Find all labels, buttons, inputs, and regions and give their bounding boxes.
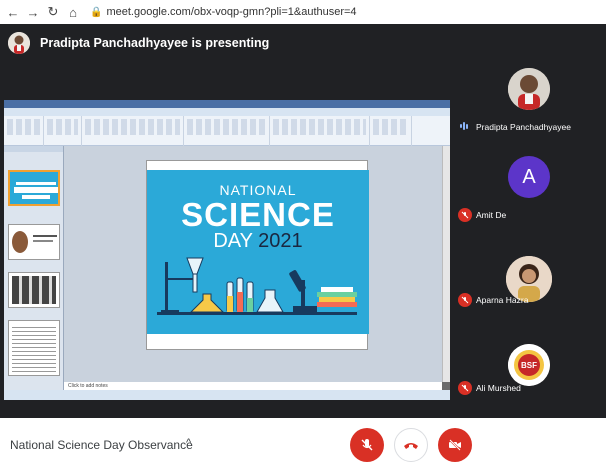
participant-name: Aparna Hazra (476, 295, 529, 305)
logo-text: BSF (521, 361, 537, 370)
home-icon: ⌂ (69, 4, 77, 20)
participant-name: Pradipta Panchadhyayee (476, 122, 571, 132)
lock-icon: 🔒 (90, 6, 103, 18)
slide-thumbnails (4, 146, 64, 390)
notes-pane: Click to add notes (64, 382, 442, 390)
arrow-left-icon: ← (6, 4, 20, 20)
meet-stage: Pradipta Panchadhyayee is presenting NAT… (0, 24, 606, 418)
slide-background: NATIONAL SCIENCE DAY 2021 (147, 170, 369, 334)
reload-button[interactable]: ↻ (44, 3, 62, 21)
ribbon-group-slides (44, 116, 82, 146)
participant-tile-1[interactable]: Pradipta Panchadhyayee (452, 58, 606, 146)
meeting-title[interactable]: National Science Day Observance (10, 438, 193, 452)
lab-equipment-illustration (157, 257, 357, 315)
participant-avatar-letter: A (508, 156, 550, 198)
shared-screen[interactable]: NATIONAL SCIENCE DAY 2021 Click to add n… (4, 100, 450, 400)
mic-off-icon (458, 381, 472, 395)
home-button[interactable]: ⌂ (64, 3, 82, 21)
arrow-right-icon: → (26, 4, 40, 20)
mic-toggle-button[interactable] (350, 428, 384, 462)
browser-toolbar: ← → ↻ ⌂ 🔒 meet.google.com/obx-voqp-gmn?p… (0, 0, 606, 24)
mic-off-icon (361, 439, 373, 451)
meeting-controls-bar: National Science Day Observance ^ (0, 418, 606, 462)
app-title-bar (4, 100, 450, 108)
participant-avatar-image: BSF (508, 344, 550, 386)
slide-editor: NATIONAL SCIENCE DAY 2021 (64, 146, 442, 382)
ribbon-group-editing (370, 116, 412, 146)
participant-tile-4[interactable]: BSF Ali Murshed (452, 322, 606, 410)
thumbnail-slide-3 (8, 272, 60, 308)
presenter-avatar (8, 32, 30, 54)
participant-name: Amit De (476, 210, 507, 220)
ribbon (4, 116, 450, 146)
address-bar[interactable]: meet.google.com/obx-voqp-gmn?pli=1&authu… (106, 6, 356, 18)
camera-off-icon (449, 439, 461, 451)
ribbon-group-clipboard (4, 116, 44, 146)
ribbon-group-drawing (270, 116, 370, 146)
participant-avatar-photo (508, 68, 550, 110)
back-button[interactable]: ← (4, 3, 22, 21)
thumbnail-slide-2 (8, 224, 60, 260)
participant-avatar-image (508, 68, 550, 110)
forward-button[interactable]: → (24, 3, 42, 21)
participant-tile-3[interactable]: Aparna Hazra (452, 234, 606, 322)
presenter-text: Pradipta Panchadhyayee is presenting (40, 36, 270, 50)
speaking-indicator-icon (460, 121, 468, 131)
hang-up-icon (404, 443, 418, 449)
ribbon-group-paragraph (184, 116, 270, 146)
thumbnail-tabs (4, 146, 63, 152)
participant-tiles: Pradipta Panchadhyayee A Amit De Aparna … (452, 58, 606, 418)
mic-off-icon (458, 208, 472, 222)
ribbon-group-font (82, 116, 184, 146)
participant-name: Ali Murshed (476, 383, 521, 393)
leave-call-button[interactable] (394, 428, 428, 462)
chevron-up-icon[interactable]: ^ (186, 437, 191, 449)
participant-tile-2[interactable]: A Amit De (452, 146, 606, 234)
presenter-avatar-image (8, 32, 30, 54)
mic-off-icon (458, 293, 472, 307)
presenter-banner: Pradipta Panchadhyayee is presenting (8, 30, 269, 56)
reload-icon: ↻ (47, 4, 59, 19)
participant-avatar-logo: BSF (508, 344, 550, 386)
ppt-status-bar (4, 390, 450, 400)
thumbnail-slide-1 (8, 170, 60, 206)
thumbnail-slide-4 (8, 320, 60, 376)
editor-scrollbar[interactable] (442, 146, 450, 382)
ribbon-tabs (4, 108, 450, 116)
current-slide: NATIONAL SCIENCE DAY 2021 (146, 160, 369, 350)
camera-toggle-button[interactable] (438, 428, 472, 462)
